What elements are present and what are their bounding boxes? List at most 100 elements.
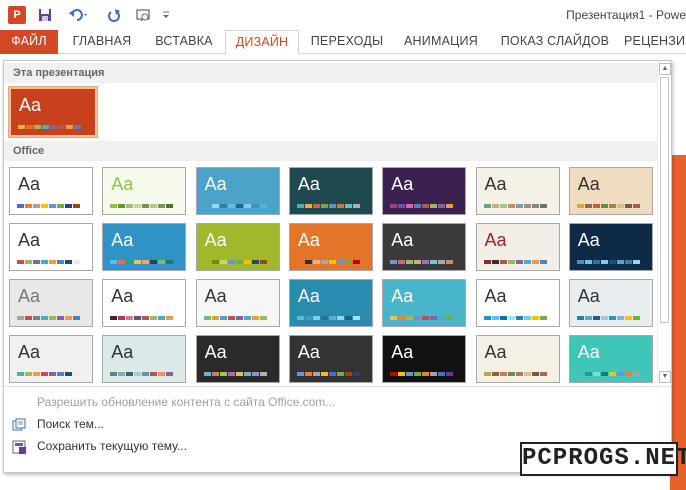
theme-thumbnail[interactable]: Aa bbox=[288, 167, 373, 215]
color-swatch bbox=[608, 260, 616, 264]
color-swatch bbox=[304, 204, 312, 208]
color-swatch bbox=[390, 372, 398, 376]
color-swatch bbox=[73, 260, 80, 264]
scroll-down-icon[interactable]: ▼ bbox=[659, 371, 671, 383]
scroll-thumb[interactable] bbox=[660, 77, 669, 323]
color-swatch bbox=[430, 204, 438, 208]
theme-color-swatches bbox=[390, 372, 454, 376]
theme-thumbnail[interactable]: Aa bbox=[195, 223, 280, 271]
color-swatch bbox=[73, 204, 80, 208]
theme-thumbnail[interactable]: Aa bbox=[195, 167, 280, 215]
color-swatch bbox=[203, 260, 211, 264]
theme-thumbnail[interactable]: Aa bbox=[568, 335, 653, 383]
theme-thumbnail[interactable]: Aa bbox=[382, 279, 467, 327]
powerpoint-app-icon[interactable]: P bbox=[8, 6, 26, 24]
save-icon[interactable] bbox=[36, 5, 54, 25]
theme-thumbnail[interactable]: Aa bbox=[288, 335, 373, 383]
color-swatch bbox=[584, 204, 592, 208]
color-swatch bbox=[491, 260, 499, 264]
theme-thumbnail[interactable]: Aa bbox=[9, 279, 93, 327]
color-swatch bbox=[134, 260, 142, 264]
theme-thumbnail[interactable]: Aa bbox=[9, 335, 93, 383]
theme-thumbnail[interactable]: Aa bbox=[9, 223, 93, 271]
theme-color-swatches bbox=[110, 316, 174, 320]
theme-preview-text: Aa bbox=[484, 286, 507, 306]
tab-design[interactable]: ДИЗАЙН bbox=[225, 30, 299, 55]
theme-thumbnail[interactable]: Aa bbox=[288, 279, 373, 327]
theme-color-swatches bbox=[110, 260, 174, 264]
color-swatch bbox=[398, 204, 406, 208]
color-swatch bbox=[296, 204, 304, 208]
theme-thumbnail[interactable]: Aa bbox=[382, 335, 467, 383]
theme-preview-text: Aa bbox=[391, 230, 414, 250]
theme-thumbnail[interactable]: Aa bbox=[568, 167, 653, 215]
tab-home[interactable]: ГЛАВНАЯ bbox=[66, 30, 138, 54]
color-swatch bbox=[624, 204, 632, 208]
theme-thumbnail[interactable]: Aa bbox=[475, 167, 560, 215]
theme-thumbnail[interactable]: Aa bbox=[475, 223, 560, 271]
theme-preview-text: Aa bbox=[577, 342, 600, 362]
color-swatch bbox=[312, 372, 320, 376]
theme-thumbnail[interactable]: Aa bbox=[102, 335, 187, 383]
scroll-up-icon[interactable]: ▲ bbox=[659, 63, 671, 75]
tab-slide-show[interactable]: ПОКАЗ СЛАЙДОВ bbox=[496, 30, 614, 54]
color-swatch bbox=[438, 204, 446, 208]
theme-thumbnail[interactable]: Aa bbox=[9, 167, 93, 215]
tab-file[interactable]: ФАЙЛ bbox=[0, 30, 58, 54]
tab-animations[interactable]: АНИМАЦИЯ bbox=[396, 30, 486, 54]
color-swatch bbox=[251, 316, 259, 320]
theme-color-swatches bbox=[18, 125, 81, 129]
color-swatch bbox=[576, 204, 584, 208]
color-swatch bbox=[336, 372, 344, 376]
theme-preview-text: Aa bbox=[577, 230, 600, 250]
color-swatch bbox=[73, 372, 80, 376]
color-swatch bbox=[227, 204, 235, 208]
theme-thumbnail[interactable]: Aa bbox=[475, 335, 560, 383]
save-theme-label: Сохранить текущую тему... bbox=[37, 439, 187, 453]
color-swatch bbox=[414, 316, 422, 320]
color-swatch bbox=[33, 316, 40, 320]
theme-preview-text: Aa bbox=[484, 342, 507, 362]
gallery-scrollbar[interactable]: ▲ ▼ bbox=[657, 61, 671, 386]
theme-preview-text: Aa bbox=[484, 230, 507, 250]
tab-insert[interactable]: ВСТАВКА bbox=[150, 30, 218, 54]
theme-preview-text: Aa bbox=[18, 286, 41, 306]
color-swatch bbox=[203, 204, 211, 208]
undo-icon[interactable] bbox=[66, 5, 92, 25]
color-swatch bbox=[235, 316, 243, 320]
theme-thumbnail[interactable]: Aa bbox=[102, 223, 187, 271]
theme-color-swatches bbox=[17, 260, 80, 264]
theme-color-swatches bbox=[203, 204, 267, 208]
theme-thumbnail[interactable]: Aa bbox=[568, 279, 653, 327]
theme-thumbnail[interactable]: Aa bbox=[288, 223, 373, 271]
theme-current[interactable]: Aa bbox=[8, 86, 98, 138]
theme-thumbnail[interactable]: Aa bbox=[382, 223, 467, 271]
theme-color-swatches bbox=[576, 204, 640, 208]
color-swatch bbox=[73, 316, 80, 320]
theme-preview-text: Aa bbox=[297, 342, 320, 362]
section-this-presentation: Эта презентация bbox=[4, 63, 657, 83]
theme-thumbnail[interactable]: Aa bbox=[475, 279, 560, 327]
theme-color-swatches bbox=[203, 260, 267, 264]
customize-qat-icon[interactable] bbox=[160, 5, 172, 25]
color-swatch bbox=[158, 316, 166, 320]
browse-themes-item[interactable]: Поиск тем... bbox=[4, 413, 673, 435]
tab-transitions[interactable]: ПЕРЕХОДЫ bbox=[308, 30, 386, 54]
theme-thumbnail[interactable]: Aa bbox=[568, 223, 653, 271]
color-swatch bbox=[110, 204, 118, 208]
theme-thumbnail[interactable]: Aa bbox=[102, 167, 187, 215]
redo-icon[interactable] bbox=[106, 5, 122, 25]
color-swatch bbox=[312, 204, 320, 208]
start-from-beginning-icon[interactable] bbox=[134, 5, 154, 25]
theme-thumbnail[interactable]: Aa bbox=[102, 279, 187, 327]
theme-thumbnail[interactable]: Aa bbox=[382, 167, 467, 215]
color-swatch bbox=[499, 316, 507, 320]
color-swatch bbox=[17, 204, 24, 208]
theme-thumbnail[interactable]: Aa bbox=[195, 335, 280, 383]
color-swatch bbox=[515, 316, 523, 320]
color-swatch bbox=[608, 204, 616, 208]
color-swatch bbox=[58, 125, 65, 129]
theme-thumbnail[interactable]: Aa bbox=[195, 279, 280, 327]
tab-review[interactable]: РЕЦЕНЗИ bbox=[624, 30, 686, 54]
color-swatch bbox=[352, 260, 360, 264]
